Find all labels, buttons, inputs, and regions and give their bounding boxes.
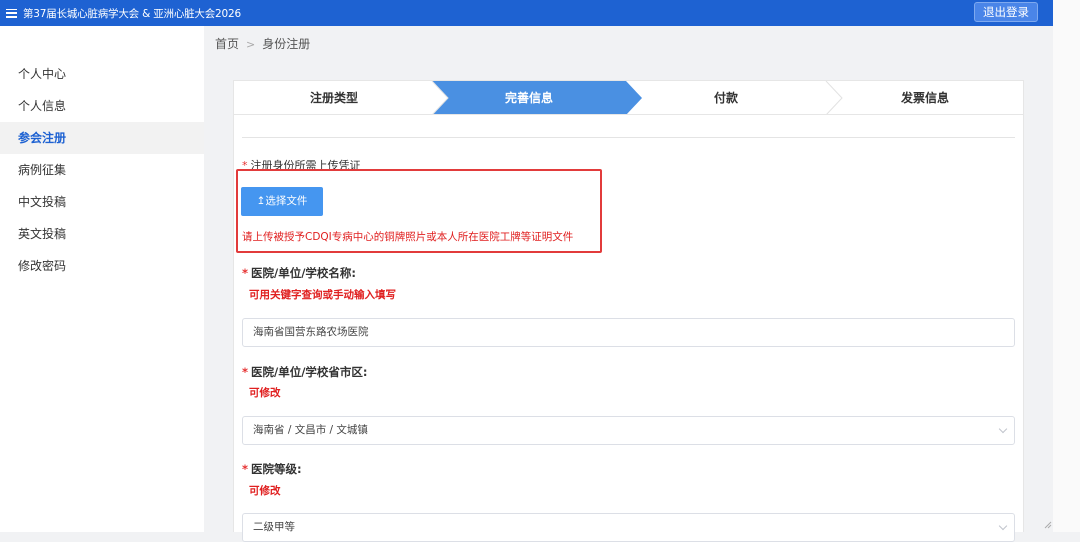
sidebar-item-chinese-submission[interactable]: 中文投稿: [0, 186, 204, 218]
hospital-level-value: 二级甲等: [253, 521, 295, 533]
resize-grip-icon[interactable]: [1044, 521, 1052, 529]
sidebar-item-english-submission[interactable]: 英文投稿: [0, 218, 204, 250]
registration-panel: 注册类型 完善信息 付款 发票信息 * 注册身份所需上传凭证 ↥选择文件 请上传被…: [233, 80, 1024, 542]
choose-file-button[interactable]: ↥选择文件: [241, 187, 323, 216]
step-indicator: 注册类型 完善信息 付款 发票信息: [234, 81, 1023, 115]
top-bar: 第37届长城心脏病学大会 & 亚洲心脏大会2026 退出登录: [0, 0, 1053, 26]
step-registration-type: 注册类型: [309, 91, 358, 105]
hospital-region-select[interactable]: 海南省 / 文昌市 / 文城镇: [242, 416, 1015, 445]
hospital-name-label: 医院/单位/学校名称:: [251, 266, 357, 280]
breadcrumb-home[interactable]: 首页: [215, 37, 239, 51]
step-payment: 付款: [713, 91, 738, 105]
hospital-name-input[interactable]: 海南省国营东路农场医院: [242, 318, 1015, 347]
sidebar-item-case-collection[interactable]: 病例征集: [0, 154, 204, 186]
hospital-level-hint: 可修改: [249, 485, 281, 497]
step-complete-info: 完善信息: [504, 91, 553, 105]
chevron-down-icon: [998, 521, 1008, 531]
hospital-region-label: 医院/单位/学校省市区:: [251, 365, 368, 379]
hospital-level-select[interactable]: 二级甲等: [242, 513, 1015, 542]
step-invoice-info: 发票信息: [900, 91, 949, 105]
chevron-down-icon: [998, 424, 1008, 434]
sidebar-item-personal-center[interactable]: 个人中心: [0, 58, 204, 90]
sidebar: 个人中心 个人信息 参会注册 病例征集 中文投稿 英文投稿 修改密码: [0, 26, 204, 532]
hospital-region-label-wrap: * 医院/单位/学校省市区:: [242, 364, 368, 380]
breadcrumb-current: 身份注册: [262, 37, 311, 51]
breadcrumb-separator: >: [246, 38, 256, 51]
required-mark: *: [242, 365, 249, 379]
hospital-region-hint: 可修改: [249, 387, 281, 399]
hospital-level-label: 医院等级:: [251, 462, 302, 476]
hospital-region-value: 海南省 / 文昌市 / 文城镇: [253, 424, 368, 436]
window-edge: [1053, 0, 1080, 532]
section-divider: [242, 137, 1015, 138]
sidebar-item-change-password[interactable]: 修改密码: [0, 250, 204, 282]
upload-hint: 请上传被授予CDQI专病中心的铜牌照片或本人所在医院工牌等证明文件: [242, 231, 574, 243]
required-mark: *: [242, 266, 249, 280]
app-title: 第37届长城心脏病学大会 & 亚洲心脏大会2026: [23, 7, 241, 20]
menu-icon[interactable]: [6, 8, 17, 18]
hospital-level-label-wrap: * 医院等级:: [242, 461, 302, 477]
logout-button[interactable]: 退出登录: [974, 2, 1038, 22]
sidebar-item-registration[interactable]: 参会注册: [0, 122, 204, 154]
hospital-name-label-wrap: * 医院/单位/学校名称:: [242, 265, 356, 281]
hospital-name-hint: 可用关键字查询或手动输入填写: [249, 289, 396, 301]
required-mark: *: [242, 462, 249, 476]
sidebar-item-personal-info[interactable]: 个人信息: [0, 90, 204, 122]
breadcrumb: 首页 > 身份注册: [215, 35, 310, 52]
